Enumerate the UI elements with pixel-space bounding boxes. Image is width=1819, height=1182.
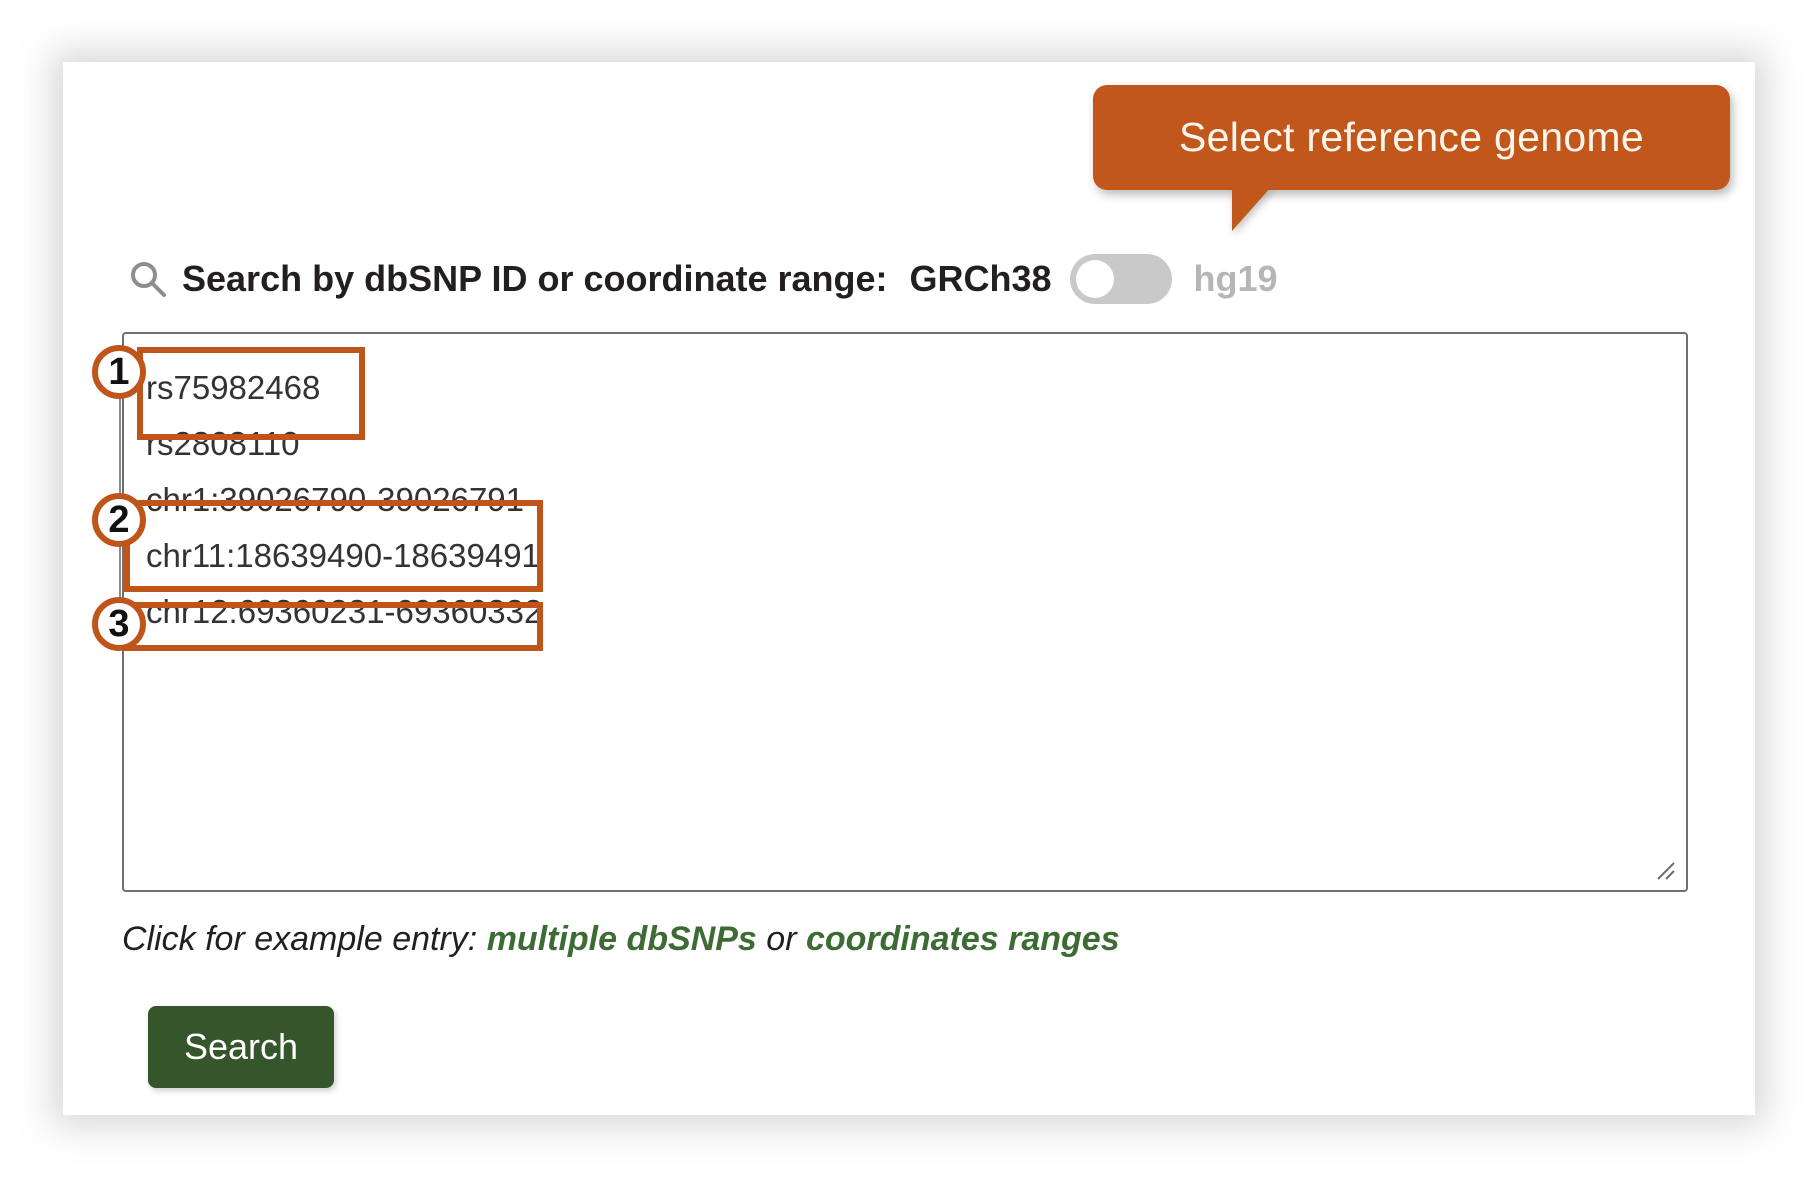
- example-link-coordinates-ranges[interactable]: coordinates ranges: [806, 920, 1120, 958]
- example-entry-line: Click for example entry: multiple dbSNPs…: [122, 920, 1120, 959]
- genome-hg19-label[interactable]: hg19: [1194, 258, 1278, 300]
- toggle-knob: [1075, 260, 1114, 298]
- genome-grch38-label[interactable]: GRCh38: [910, 258, 1052, 300]
- reference-genome-toggle[interactable]: [1069, 254, 1172, 304]
- annotation-box-1: [137, 347, 365, 440]
- callout-label: Select reference genome: [1178, 114, 1644, 160]
- annotation-box-3: [124, 602, 543, 651]
- annotation-marker-1: 1: [92, 345, 146, 399]
- example-separator-label: or: [766, 920, 797, 958]
- example-prefix-label: Click for example entry:: [122, 920, 478, 958]
- search-icon: [128, 259, 168, 299]
- search-button[interactable]: Search: [148, 1006, 334, 1088]
- annotation-marker-3: 3: [92, 597, 146, 651]
- reference-genome-callout: Select reference genome: [1093, 85, 1730, 190]
- annotation-marker-2: 2: [92, 493, 146, 547]
- callout-pointer-icon: [1232, 186, 1272, 231]
- search-header: Search by dbSNP ID or coordinate range: …: [128, 248, 1278, 310]
- annotation-box-2: [124, 500, 543, 592]
- example-link-multiple-dbsnps[interactable]: multiple dbSNPs: [487, 920, 757, 958]
- search-header-label: Search by dbSNP ID or coordinate range:: [182, 258, 888, 299]
